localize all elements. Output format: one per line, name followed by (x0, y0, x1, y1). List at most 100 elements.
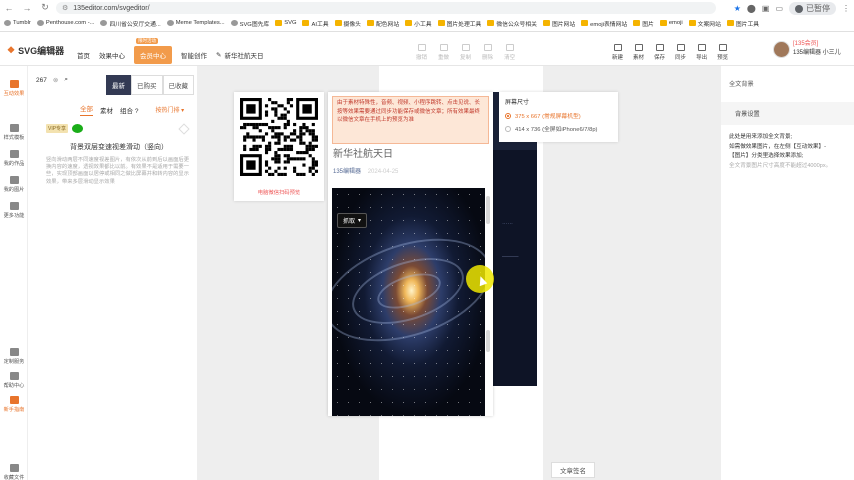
menu-icon[interactable]: ⋮ (842, 4, 850, 13)
avatar[interactable] (773, 40, 790, 58)
bookmark-item[interactable]: 图片工具 (726, 19, 759, 28)
file-tool-5[interactable]: 预览 (717, 44, 728, 61)
search-input[interactable]: 267 (36, 77, 47, 84)
top-nav: 首页 效果中心 限时活动 会员中心 智能创作 ✎ 新华社航天日 (77, 38, 263, 64)
bookmark-item[interactable]: 微信公众号相关 (487, 19, 537, 28)
edit-tool-4[interactable]: 清空 (504, 44, 515, 61)
rail-item-0[interactable]: 互动效果 (0, 80, 28, 97)
material-card-title[interactable]: 背景双层变速视差滑动（竖向） (46, 142, 192, 152)
rail-item-7[interactable]: 新手指南 (0, 396, 28, 413)
doc-title[interactable]: ✎ 新华社航天日 (216, 50, 263, 60)
nav-member[interactable]: 限时活动 会员中心 (134, 38, 172, 64)
bookmark-item[interactable]: 小工具 (405, 19, 432, 28)
bookmark-item[interactable]: 图片网站 (542, 19, 575, 28)
bookmark-item[interactable]: AI工具 (302, 19, 329, 28)
help-line: 【图片】分类里选择效果添加; (729, 153, 804, 159)
address-bar[interactable]: ⚙ 135editor.com/svgeditor/ (56, 2, 716, 14)
bookmark-label: Meme Templates... (175, 20, 225, 26)
edit-tool-2[interactable]: 复制 (460, 44, 471, 61)
rail-item-3[interactable]: 我的图片 (0, 176, 28, 193)
site-info-icon[interactable]: ⚙ (62, 4, 68, 12)
rail-item-8[interactable]: 收藏文件 (0, 464, 28, 480)
folder-icon (487, 20, 495, 26)
bookmark-item[interactable]: 配色网站 (366, 19, 399, 28)
file-tool-1[interactable]: 素材 (633, 44, 644, 61)
rail-item-5[interactable]: 定制服务 (0, 348, 28, 365)
url-text: 135editor.com/svgeditor/ (73, 4, 150, 12)
preview-scrollbar[interactable] (486, 196, 490, 224)
bookmark-item[interactable]: 摄像头 (334, 19, 361, 28)
size-option-414[interactable]: 414 x 736 (全屏如iPhone6/7/8p) (505, 124, 612, 133)
help-icon[interactable]: ? (135, 108, 139, 115)
edit-tool-1[interactable]: 重做 (438, 44, 449, 61)
article-signature-button[interactable]: 文章签名 (551, 462, 595, 478)
reload-icon[interactable]: ↻ (40, 2, 50, 13)
bookmark-item[interactable]: 图片处理工具 (437, 19, 481, 28)
article-author[interactable]: 135编辑器 (333, 169, 361, 175)
qr-module (289, 104, 294, 108)
size-option-375[interactable]: 375 x 667 (常规屏幕机型) (505, 111, 612, 120)
preview-scrollbar-lower[interactable] (486, 330, 490, 352)
bookmark-item[interactable]: 文案网站 (688, 19, 721, 28)
tab-purchased[interactable]: 已购买 (131, 75, 163, 95)
nav-ai-create[interactable]: 智能创作 (181, 50, 207, 60)
clear-icon[interactable]: ⊗ (53, 76, 58, 84)
qr-module (264, 104, 269, 108)
search-icon[interactable]: ⌕ (64, 76, 68, 84)
rail-item-6[interactable]: 帮助中心 (0, 372, 28, 389)
bookmark-star-icon[interactable]: ★ (734, 4, 741, 13)
file-tool-4[interactable]: 导出 (696, 44, 707, 61)
user-area[interactable]: [135会员] 135编辑器 小三儿 (773, 40, 841, 58)
bookmark-item[interactable]: SVG图先库 (230, 19, 269, 28)
folder-icon (542, 20, 550, 26)
bookmark-item[interactable]: 图片 (633, 19, 654, 28)
bookmark-item[interactable]: emoji表情网站 (581, 19, 627, 28)
qr-module (268, 172, 272, 176)
background-help: 此处是用来添加全文背景; 如需做效果图片，在左侧【互动效果】- 【图片】分类里选… (729, 133, 851, 171)
radio-375[interactable] (505, 112, 511, 119)
rail-item-2[interactable]: 我的作品 (0, 150, 28, 167)
subtab-all[interactable]: 全部 (80, 103, 93, 116)
subtab-combo[interactable]: 组合 ? (120, 105, 138, 115)
user-name: 135编辑器 小三儿 (793, 50, 841, 56)
nav-effects[interactable]: 效果中心 (99, 50, 125, 60)
subtab-material[interactable]: 素材 (100, 105, 113, 115)
bookmark-item[interactable]: Tumblr (4, 20, 31, 26)
sort-dropdown[interactable]: 按热门排 ▾ (155, 105, 184, 114)
bookmark-item[interactable]: 四川省公安厅交通... (100, 19, 161, 28)
tab-favorited[interactable]: 已收藏 (162, 75, 194, 95)
edit-tool-0[interactable]: 撤销 (416, 44, 427, 61)
nav-home[interactable]: 首页 (77, 50, 90, 60)
rail-item-1[interactable]: 样式模板 (0, 124, 28, 141)
puzzle-icon[interactable]: ▣ (762, 4, 770, 13)
select-checkbox[interactable] (178, 123, 190, 135)
file-tool-2[interactable]: 保存 (654, 44, 665, 61)
logo-mark-icon: ❖ (7, 45, 16, 55)
material-card-desc: 竖向滑动两层不同速度视差图片，有依次从前到后以画面后更换内容的速度，透视效果都比… (46, 157, 190, 185)
back-icon[interactable]: ← (4, 3, 14, 13)
file-tool-3[interactable]: 同步 (675, 44, 686, 61)
background-settings[interactable]: 背景设置 (721, 102, 854, 125)
profile-button[interactable]: 已暂停 (789, 2, 836, 15)
extension-icon[interactable]: ⬤ (747, 4, 756, 13)
qr-module (258, 129, 262, 133)
bookmark-item[interactable]: Meme Templates... (166, 20, 225, 26)
phone-preview[interactable]: 由于素材特殊性，音频、视频、小程序跳转、点击见说、长按等效果需要通过同步功能保存… (328, 92, 493, 416)
bookmark-item[interactable]: Penthouse.com -... (36, 20, 94, 26)
qr-module (311, 122, 315, 127)
capture-dropdown[interactable]: 抓取 ▾ (337, 213, 368, 228)
qr-module (299, 126, 303, 130)
sidebar-icon[interactable]: ▭ (775, 4, 783, 13)
bookmark-item[interactable]: emoji (659, 20, 683, 26)
tab-latest[interactable]: 最新 (106, 75, 131, 95)
forward-icon[interactable]: → (22, 3, 32, 13)
edit-tool-3[interactable]: 删除 (482, 44, 493, 61)
qr-module (286, 160, 290, 164)
rail-item-4[interactable]: 更多功能 (0, 202, 28, 219)
logo[interactable]: ❖ SVG编辑器 (7, 44, 64, 57)
qr-module (305, 147, 309, 152)
radio-414[interactable] (505, 125, 511, 132)
qr-module (283, 126, 287, 130)
file-tool-0[interactable]: 新建 (612, 44, 623, 61)
bookmark-item[interactable]: SVG (275, 20, 296, 26)
